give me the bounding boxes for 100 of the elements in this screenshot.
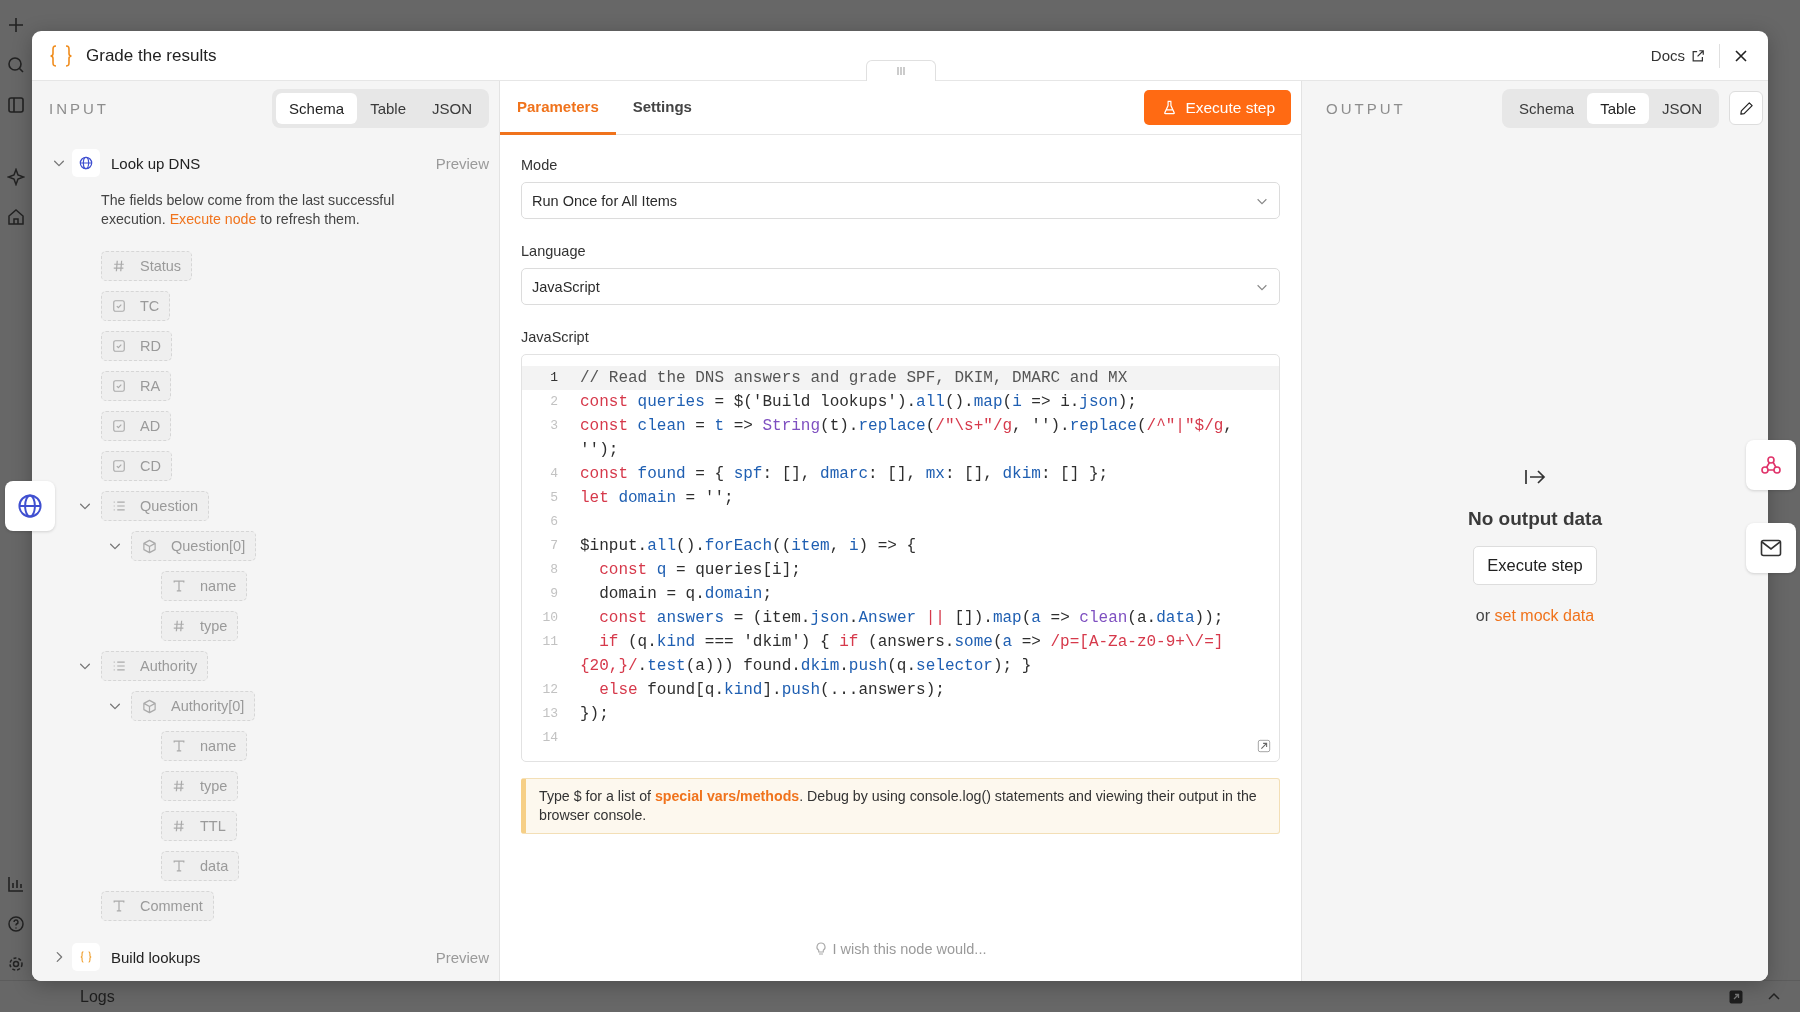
- checkbox-icon: [112, 299, 126, 313]
- line-number: 2: [549, 393, 559, 411]
- schema-field[interactable]: Status: [101, 251, 193, 281]
- home-icon[interactable]: [7, 208, 25, 226]
- schema-field[interactable]: data: [161, 851, 240, 881]
- text-type-icon: [172, 579, 186, 593]
- line-number: 12: [541, 681, 559, 699]
- settings-icon[interactable]: [7, 955, 25, 973]
- checkbox-icon: [112, 339, 126, 353]
- close-icon[interactable]: [1734, 48, 1748, 63]
- drag-handle[interactable]: [866, 60, 936, 81]
- line-number: 1: [549, 369, 559, 387]
- schema-field[interactable]: Question[0]: [131, 531, 257, 561]
- select-field[interactable]: JavaScript: [521, 268, 1280, 305]
- line-number: 8: [549, 561, 559, 579]
- line-number: 11: [541, 633, 559, 651]
- line-number: 10: [541, 609, 559, 627]
- line-number: 6: [549, 513, 559, 531]
- line-number: 7: [549, 537, 559, 555]
- code-editor[interactable]: [521, 354, 1280, 762]
- expand-icon[interactable]: [1257, 739, 1271, 753]
- hash-icon: [172, 819, 186, 833]
- braces-icon: [48, 43, 74, 68]
- schema-field[interactable]: name: [161, 571, 248, 601]
- globe-icon: [72, 149, 100, 177]
- line-number: 13: [541, 705, 559, 723]
- notice-text: The fields below come from the last successful execution. Execute node to refresh them.: [101, 191, 396, 229]
- schema-field[interactable]: Comment: [101, 891, 214, 921]
- search-icon[interactable]: [7, 56, 25, 74]
- select-field[interactable]: Run Once for All Items: [521, 182, 1280, 219]
- code-line: domain = q.domain;: [598, 584, 774, 605]
- docs-link[interactable]: Docs: [1650, 47, 1705, 64]
- code-line: const answers = (item.json.Answer || []).map(a => clean(a.data));: [598, 608, 1225, 629]
- node-name[interactable]: Look up DNS: [111, 154, 201, 172]
- hash-icon: [112, 259, 126, 273]
- plus-icon[interactable]: [7, 16, 25, 34]
- code-line: // Read the DNS answers and grade SPF, DKIM, DMARC and MX: [580, 368, 1129, 389]
- cube-icon: [142, 698, 157, 714]
- execute-step-button[interactable]: Execute step: [1473, 545, 1597, 585]
- webhook-icon[interactable]: [1746, 440, 1796, 490]
- node-name[interactable]: Build lookups: [111, 948, 201, 966]
- line-number: 14: [541, 729, 559, 747]
- field-label: Language: [521, 243, 587, 259]
- execute-step-button[interactable]: Execute step: [1144, 90, 1291, 125]
- schema-field[interactable]: TC: [101, 291, 171, 321]
- schema-field[interactable]: name: [161, 731, 248, 761]
- view-tab[interactable]: JSON: [419, 92, 485, 124]
- chart-icon[interactable]: [7, 875, 25, 893]
- preview-link[interactable]: Preview: [435, 154, 489, 172]
- text-type-icon: [112, 899, 126, 913]
- help-icon[interactable]: [7, 915, 25, 933]
- or-label: or: [1475, 606, 1491, 624]
- panel-heading: OUTPUT: [1326, 99, 1406, 117]
- view-tab[interactable]: Table: [1587, 92, 1649, 124]
- schema-field[interactable]: RD: [101, 331, 172, 361]
- schema-field[interactable]: type: [161, 771, 239, 801]
- schema-field[interactable]: Authority: [101, 651, 209, 681]
- schema-field[interactable]: Authority[0]: [131, 691, 256, 721]
- schema-field[interactable]: AD: [101, 411, 172, 441]
- field-label: Mode: [521, 157, 559, 173]
- grip-icon: [896, 66, 906, 76]
- schema-field[interactable]: RA: [101, 371, 172, 401]
- lightbulb-icon: [814, 942, 827, 956]
- cube-icon: [142, 538, 157, 554]
- sparkle-icon[interactable]: [7, 168, 25, 186]
- panel-heading: INPUT: [49, 99, 109, 117]
- popout-icon[interactable]: [1728, 988, 1744, 1005]
- schema-field[interactable]: Question: [101, 491, 210, 521]
- view-tab[interactable]: Schema: [1506, 92, 1588, 124]
- code-line: const clean = t => String(t).replace(/"\s+"/g, '').replace(/^"|"$/g, '');: [580, 416, 1234, 461]
- line-number: 3: [549, 417, 559, 435]
- code-line: $input.all().forEach((item, i) => {: [580, 536, 918, 557]
- hash-icon: [172, 779, 186, 793]
- list-icon: [112, 659, 126, 673]
- edit-icon[interactable]: [1729, 91, 1763, 125]
- view-tab[interactable]: Schema: [276, 92, 358, 124]
- view-tab[interactable]: Table: [357, 92, 419, 124]
- list-icon: [112, 499, 126, 513]
- execute-node-link[interactable]: Execute node: [169, 211, 257, 227]
- schema-field[interactable]: TTL: [161, 811, 237, 841]
- flask-icon: [1162, 100, 1178, 115]
- globe-icon[interactable]: [5, 481, 55, 531]
- tab[interactable]: Settings: [615, 81, 709, 135]
- preview-link[interactable]: Preview: [435, 948, 489, 966]
- text-type-icon: [172, 739, 186, 753]
- schema-field[interactable]: type: [161, 611, 239, 641]
- mail-icon[interactable]: [1746, 523, 1796, 573]
- feedback-link[interactable]: I wish this node would...: [814, 941, 987, 957]
- schema-field[interactable]: CD: [101, 451, 172, 481]
- checkbox-icon: [112, 379, 126, 393]
- panel-icon[interactable]: [7, 96, 25, 114]
- tab[interactable]: Parameters: [500, 81, 616, 135]
- field-label: JavaScript: [521, 329, 590, 345]
- view-tab[interactable]: JSON: [1649, 92, 1715, 124]
- code-line: const q = queries[i];: [598, 560, 802, 581]
- set-mock-data-link[interactable]: set mock data: [1494, 606, 1595, 624]
- line-number: 9: [549, 585, 559, 603]
- logs-label[interactable]: Logs: [80, 987, 115, 1006]
- hint-text: Type $ for a list of special vars/methods. Debug by using console.log() statements and viewing their output in the browser console.: [539, 787, 1258, 825]
- code-line: });: [580, 704, 610, 725]
